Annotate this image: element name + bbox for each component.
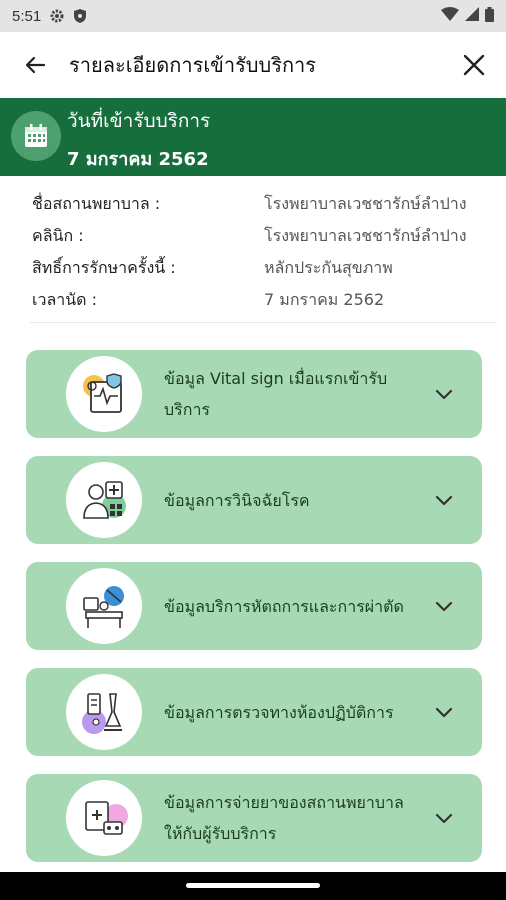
section-label: ข้อมูลการจ่ายยาของสถานพยาบาลให้กับผู้รับ… xyxy=(164,793,404,843)
visit-date-banner: วันที่เข้ารับบริการ 7 มกราคม 2562 xyxy=(0,98,506,176)
info-row-clinic: คลินิก : โรงพยาบาลเวชชารักษ์ลำปาง xyxy=(32,220,478,252)
vital-sign-icon xyxy=(66,356,142,432)
chevron-down-icon xyxy=(435,495,453,506)
calendar-icon xyxy=(11,111,61,161)
section-diagnosis[interactable]: ข้อมูลการวินิจฉัยโรค xyxy=(26,456,482,544)
medication-icon xyxy=(66,780,142,856)
info-value: หลักประกันสุขภาพ xyxy=(264,257,393,277)
info-value: 7 มกราคม 2562 xyxy=(264,289,385,309)
diagnosis-icon xyxy=(66,462,142,538)
shield-icon xyxy=(73,8,87,24)
section-procedure[interactable]: ข้อมูลบริการหัตถการและการผ่าตัด xyxy=(26,562,482,650)
section-label: ข้อมูลบริการหัตถการและการผ่าตัด xyxy=(164,596,404,616)
info-key: ชื่อสถานพยาบาล : xyxy=(32,193,161,213)
info-row-coverage: สิทธิ์การรักษาครั้งนี้ : หลักประกันสุขภา… xyxy=(32,252,478,284)
chevron-down-icon xyxy=(435,707,453,718)
service-sections: ข้อมูล Vital sign เมื่อแรกเข้ารับบริการ … xyxy=(26,350,482,880)
home-gesture-handle[interactable] xyxy=(186,883,320,888)
wifi-icon xyxy=(441,7,459,25)
section-label: ข้อมูล Vital sign เมื่อแรกเข้ารับบริการ xyxy=(164,369,388,419)
procedure-icon xyxy=(66,568,142,644)
close-icon xyxy=(463,54,485,76)
info-key: คลินิก : xyxy=(32,225,84,245)
info-value: โรงพยาบาลเวชชารักษ์ลำปาง xyxy=(264,193,467,213)
page-title: รายละเอียดการเข้ารับบริการ xyxy=(69,53,317,77)
info-row-hospital: ชื่อสถานพยาบาล : โรงพยาบาลเวชชารักษ์ลำปา… xyxy=(32,188,478,220)
section-medication[interactable]: ข้อมูลการจ่ายยาของสถานพยาบาลให้กับผู้รับ… xyxy=(26,774,482,862)
info-key: สิทธิ์การรักษาครั้งนี้ : xyxy=(32,257,176,277)
section-label: ข้อมูลการวินิจฉัยโรค xyxy=(164,490,310,510)
info-key: เวลานัด : xyxy=(32,289,98,309)
divider xyxy=(30,322,496,323)
section-lab[interactable]: ข้อมูลการตรวจทางห้องปฏิบัติการ xyxy=(26,668,482,756)
battery-icon xyxy=(485,6,494,26)
lab-icon xyxy=(66,674,142,750)
info-value: โรงพยาบาลเวชชารักษ์ลำปาง xyxy=(264,225,467,245)
chevron-down-icon xyxy=(435,601,453,612)
visit-date-label: วันที่เข้ารับบริการ xyxy=(67,110,211,132)
signal-icon xyxy=(465,7,479,25)
chevron-down-icon xyxy=(435,813,453,824)
status-bar: 5:51 xyxy=(0,0,506,32)
app-bar: รายละเอียดการเข้ารับบริการ xyxy=(0,32,506,98)
section-label: ข้อมูลการตรวจทางห้องปฏิบัติการ xyxy=(164,702,394,722)
navigation-bar xyxy=(0,872,506,900)
section-vital-sign[interactable]: ข้อมูล Vital sign เมื่อแรกเข้ารับบริการ xyxy=(26,350,482,438)
info-row-appointment: เวลานัด : 7 มกราคม 2562 xyxy=(32,284,478,316)
close-button[interactable] xyxy=(456,47,492,83)
visit-info-section: ชื่อสถานพยาบาล : โรงพยาบาลเวชชารักษ์ลำปา… xyxy=(32,188,478,316)
visit-date-value: 7 มกราคม 2562 xyxy=(67,149,209,170)
arrow-back-icon xyxy=(25,56,46,74)
chevron-down-icon xyxy=(435,389,453,400)
status-time: 5:51 xyxy=(12,7,42,25)
settings-icon xyxy=(49,8,65,24)
back-button[interactable] xyxy=(17,47,53,83)
